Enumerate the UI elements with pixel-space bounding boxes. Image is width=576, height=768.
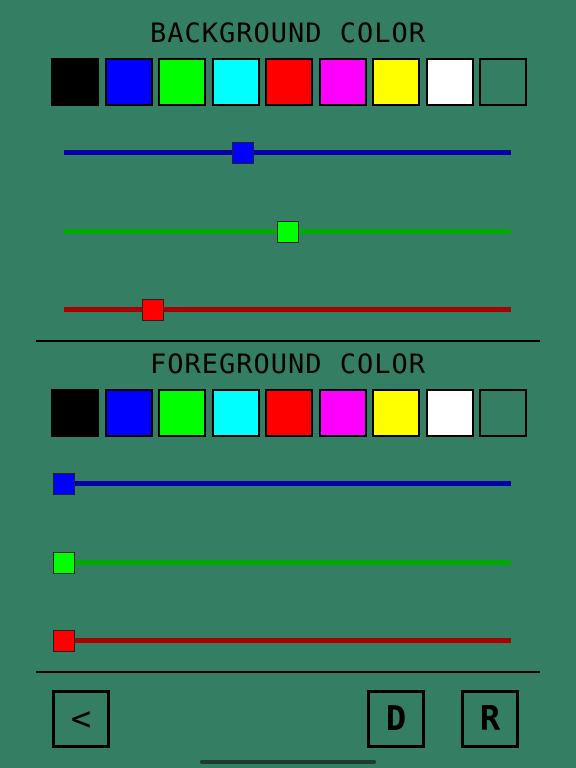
foreground-swatch-1[interactable] <box>105 389 153 437</box>
foreground-swatch-8[interactable] <box>479 389 527 437</box>
foreground-blue-track <box>64 481 511 486</box>
back-button[interactable]: < <box>52 690 110 748</box>
background-swatch-5[interactable] <box>319 58 367 106</box>
foreground-color-title: FOREGROUND COLOR <box>149 349 427 380</box>
background-blue-slider[interactable] <box>64 142 511 164</box>
foreground-green-slider[interactable] <box>53 552 511 574</box>
foreground-swatch-5[interactable] <box>319 389 367 437</box>
background-swatch-row <box>51 58 527 106</box>
back-chevron-icon: < <box>70 699 92 739</box>
foreground-swatch-3[interactable] <box>212 389 260 437</box>
foreground-swatch-7[interactable] <box>426 389 474 437</box>
foreground-red-slider[interactable] <box>53 630 511 652</box>
d-button[interactable]: D <box>367 690 425 748</box>
background-swatch-8[interactable] <box>479 58 527 106</box>
foreground-blue-slider[interactable] <box>53 473 511 495</box>
foreground-swatch-row <box>51 389 527 437</box>
foreground-red-thumb[interactable] <box>53 630 75 652</box>
r-button[interactable]: R <box>461 690 519 748</box>
background-swatch-6[interactable] <box>372 58 420 106</box>
foreground-swatch-0[interactable] <box>51 389 99 437</box>
background-green-thumb[interactable] <box>277 221 299 243</box>
background-blue-thumb[interactable] <box>232 142 254 164</box>
foreground-blue-thumb[interactable] <box>53 473 75 495</box>
foreground-swatch-6[interactable] <box>372 389 420 437</box>
background-swatch-1[interactable] <box>105 58 153 106</box>
background-swatch-7[interactable] <box>426 58 474 106</box>
background-swatch-4[interactable] <box>265 58 313 106</box>
background-swatch-3[interactable] <box>212 58 260 106</box>
foreground-red-track <box>64 638 511 643</box>
background-red-slider[interactable] <box>64 299 511 321</box>
background-red-thumb[interactable] <box>142 299 164 321</box>
background-blue-track <box>64 150 511 155</box>
r-button-label: R <box>479 699 501 739</box>
d-button-label: D <box>385 699 407 739</box>
foreground-swatch-4[interactable] <box>265 389 313 437</box>
home-indicator <box>200 760 376 764</box>
foreground-green-track <box>64 560 511 565</box>
section-divider <box>36 340 540 342</box>
background-red-track <box>64 307 511 312</box>
background-color-title: BACKGROUND COLOR <box>149 18 427 49</box>
foreground-green-thumb[interactable] <box>53 552 75 574</box>
background-swatch-0[interactable] <box>51 58 99 106</box>
foreground-swatch-2[interactable] <box>158 389 206 437</box>
background-green-slider[interactable] <box>64 221 511 243</box>
background-swatch-2[interactable] <box>158 58 206 106</box>
bottom-divider <box>36 671 540 673</box>
